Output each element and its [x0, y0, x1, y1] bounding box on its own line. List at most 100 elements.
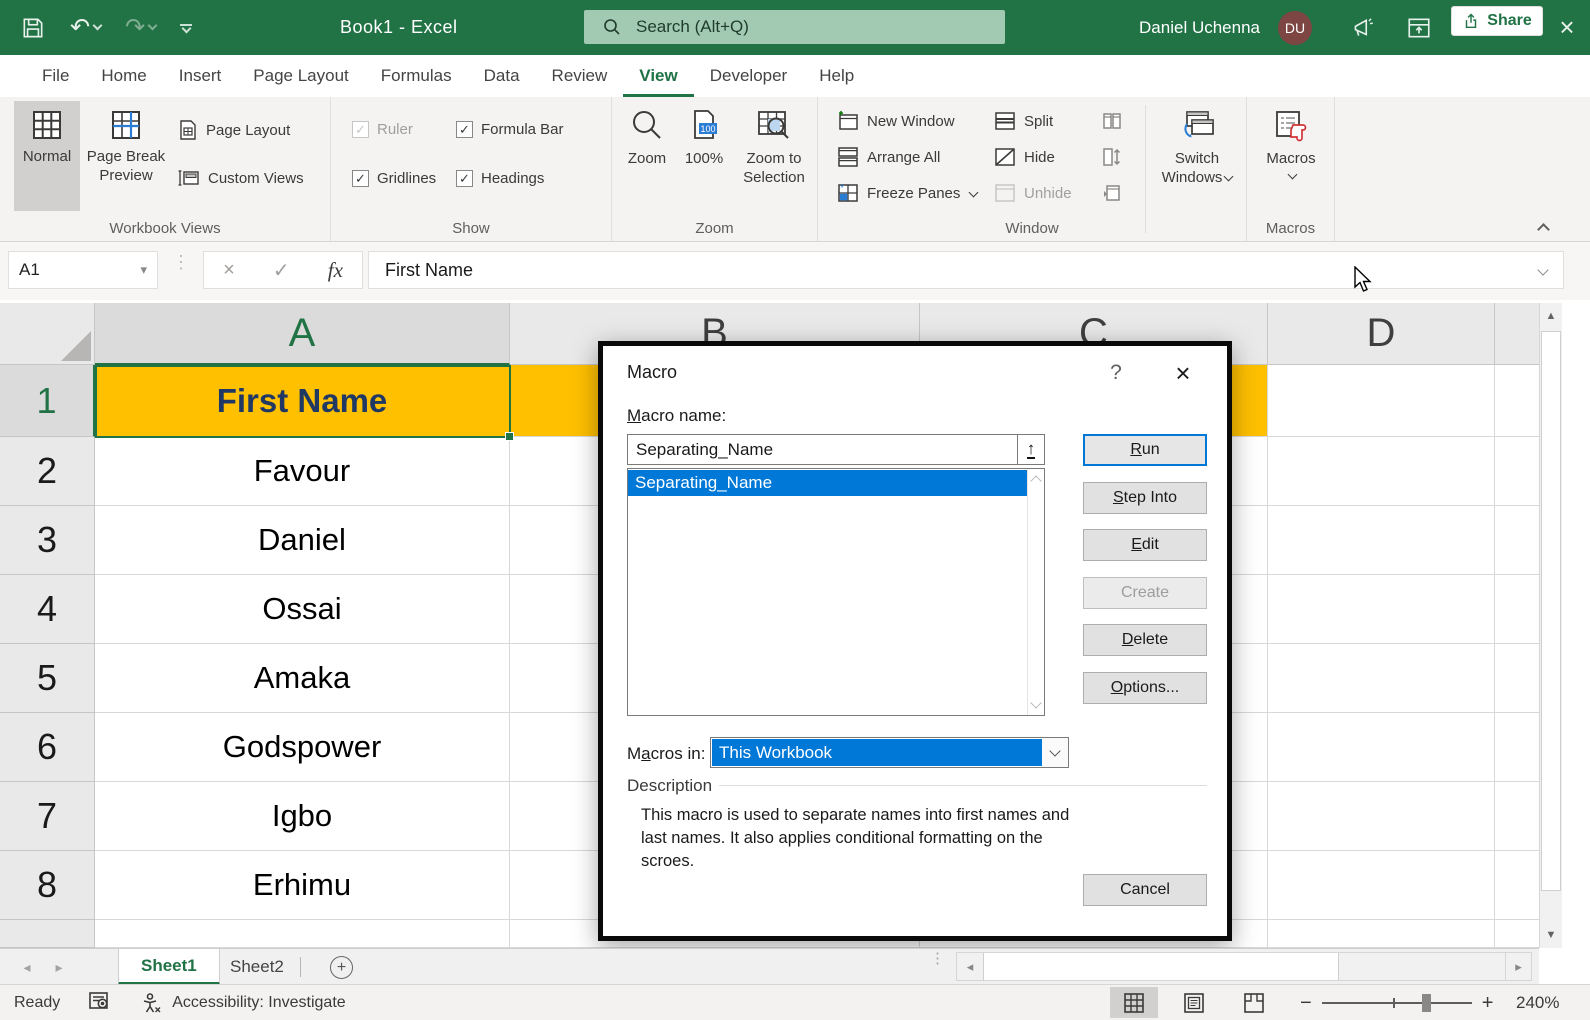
- tab-data[interactable]: Data: [468, 55, 536, 97]
- scroll-down-button[interactable]: ▼: [1540, 922, 1562, 948]
- save-button[interactable]: [20, 15, 46, 41]
- delete-button[interactable]: Delete: [1083, 624, 1207, 656]
- tab-file[interactable]: File: [26, 55, 85, 97]
- share-button[interactable]: Share: [1451, 6, 1543, 36]
- step-into-button[interactable]: Step Into: [1083, 482, 1207, 514]
- avatar[interactable]: DU: [1278, 11, 1312, 45]
- cell-a3[interactable]: Daniel: [95, 506, 510, 575]
- user-name[interactable]: Daniel Uchenna: [1139, 18, 1260, 38]
- normal-view-button[interactable]: Normal: [14, 101, 80, 211]
- tab-formulas[interactable]: Formulas: [365, 55, 468, 97]
- tab-home[interactable]: Home: [85, 55, 162, 97]
- col-header-a[interactable]: A: [95, 303, 510, 365]
- cell-a5[interactable]: Amaka: [95, 644, 510, 713]
- zoom-out-button[interactable]: −: [1300, 992, 1312, 1015]
- row-header-4[interactable]: 4: [0, 575, 95, 644]
- formula-enter-button[interactable]: ✓: [273, 258, 290, 283]
- formula-input[interactable]: First Name: [368, 251, 1564, 289]
- horizontal-scroll-thumb[interactable]: [983, 953, 1339, 980]
- row-header-2[interactable]: 2: [0, 437, 95, 506]
- zoom-slider[interactable]: [1322, 993, 1472, 1013]
- list-scroll-down-icon[interactable]: [1030, 697, 1041, 708]
- reset-window-position-button[interactable]: [1101, 183, 1123, 208]
- col-header-e-partial[interactable]: [1495, 303, 1539, 365]
- cell-d5[interactable]: [1268, 644, 1495, 713]
- cell-a7[interactable]: Igbo: [95, 782, 510, 851]
- cell-e6[interactable]: [1495, 713, 1539, 782]
- undo-button[interactable]: ↶: [70, 16, 101, 40]
- page-layout-view-button[interactable]: Page Layout: [177, 119, 290, 141]
- hide-button[interactable]: Hide: [993, 146, 1055, 168]
- zoom-100-button[interactable]: 100 100%: [676, 101, 732, 211]
- cell-e8[interactable]: [1495, 851, 1539, 920]
- macro-list-scrollbar[interactable]: [1027, 469, 1044, 715]
- macros-button[interactable]: Macros: [1259, 101, 1323, 211]
- name-box[interactable]: A1 ▾: [8, 251, 158, 289]
- run-button[interactable]: Run: [1083, 434, 1207, 466]
- zoom-button[interactable]: Zoom: [618, 101, 676, 211]
- cell-a4[interactable]: Ossai: [95, 575, 510, 644]
- cell-e1[interactable]: [1495, 365, 1539, 437]
- cell-d1[interactable]: [1268, 365, 1495, 437]
- list-scroll-up-icon[interactable]: [1030, 475, 1041, 486]
- ribbon-display-options-button[interactable]: [1396, 0, 1442, 55]
- cell-d4[interactable]: [1268, 575, 1495, 644]
- macro-name-input[interactable]: Separating_Name: [627, 434, 1018, 465]
- tab-developer[interactable]: Developer: [694, 55, 804, 97]
- page-break-preview-button[interactable]: Page Break Preview: [82, 101, 170, 211]
- sheet-nav-prev-button[interactable]: ◂: [12, 949, 42, 985]
- cell-d3[interactable]: [1268, 506, 1495, 575]
- view-side-by-side-button[interactable]: [1101, 111, 1123, 136]
- formula-bar-expand-icon[interactable]: [1537, 264, 1548, 275]
- cell-d8[interactable]: [1268, 851, 1495, 920]
- tab-review[interactable]: Review: [536, 55, 624, 97]
- dialog-close-button[interactable]: ×: [1165, 356, 1201, 390]
- formula-cancel-button[interactable]: ×: [223, 259, 235, 282]
- macro-list-item-selected[interactable]: Separating_Name: [628, 470, 1027, 496]
- horizontal-scrollbar[interactable]: ◂ ▸: [956, 952, 1532, 981]
- row-header-6[interactable]: 6: [0, 713, 95, 782]
- scroll-right-button[interactable]: ▸: [1505, 953, 1531, 980]
- checkbox-headings[interactable]: ✓ Headings: [456, 170, 544, 187]
- cell-d9[interactable]: [1268, 920, 1495, 948]
- view-page-layout-button[interactable]: [1170, 987, 1218, 1018]
- collapse-ribbon-button[interactable]: [1534, 221, 1552, 235]
- insert-function-button[interactable]: fx: [328, 258, 343, 283]
- tab-view[interactable]: View: [623, 55, 693, 97]
- edit-button[interactable]: Edit: [1083, 529, 1207, 561]
- view-normal-button[interactable]: [1110, 987, 1158, 1018]
- select-all-corner[interactable]: [0, 303, 95, 365]
- vertical-scrollbar[interactable]: ▲ ▼: [1539, 303, 1562, 948]
- tab-sheet2[interactable]: Sheet2: [208, 949, 306, 985]
- row-header-8[interactable]: 8: [0, 851, 95, 920]
- col-header-d[interactable]: D: [1268, 303, 1495, 365]
- tab-insert[interactable]: Insert: [163, 55, 238, 97]
- row-header-3[interactable]: 3: [0, 506, 95, 575]
- cell-a6[interactable]: Godspower: [95, 713, 510, 782]
- sheet-nav-next-button[interactable]: ▸: [44, 949, 74, 985]
- cell-a8[interactable]: Erhimu: [95, 851, 510, 920]
- cell-e2[interactable]: [1495, 437, 1539, 506]
- dialog-help-button[interactable]: ?: [1101, 358, 1131, 388]
- vertical-scroll-thumb[interactable]: [1541, 331, 1561, 891]
- freeze-panes-button[interactable]: * Freeze Panes: [836, 182, 977, 204]
- split-button[interactable]: Split: [993, 110, 1053, 132]
- cell-a2[interactable]: Favour: [95, 437, 510, 506]
- zoom-to-selection-button[interactable]: Zoom to Selection: [734, 101, 814, 211]
- sheet-tab-resize-handle[interactable]: ⋮: [930, 955, 945, 963]
- cell-e3[interactable]: [1495, 506, 1539, 575]
- cell-e4[interactable]: [1495, 575, 1539, 644]
- view-page-break-button[interactable]: [1230, 987, 1278, 1018]
- checkbox-gridlines[interactable]: ✓ Gridlines: [352, 170, 436, 187]
- tab-help[interactable]: Help: [803, 55, 870, 97]
- zoom-level[interactable]: 240%: [1516, 985, 1559, 1020]
- options-button[interactable]: Options...: [1083, 672, 1207, 704]
- macro-list[interactable]: Separating_Name: [627, 468, 1045, 716]
- macros-in-dropdown-icon[interactable]: [1042, 738, 1068, 767]
- row-header-5[interactable]: 5: [0, 644, 95, 713]
- custom-views-button[interactable]: Custom Views: [177, 167, 304, 189]
- search-box[interactable]: Search (Alt+Q): [584, 10, 1005, 44]
- cell-e5[interactable]: [1495, 644, 1539, 713]
- cell-d2[interactable]: [1268, 437, 1495, 506]
- name-box-dropdown-icon[interactable]: ▾: [140, 262, 147, 278]
